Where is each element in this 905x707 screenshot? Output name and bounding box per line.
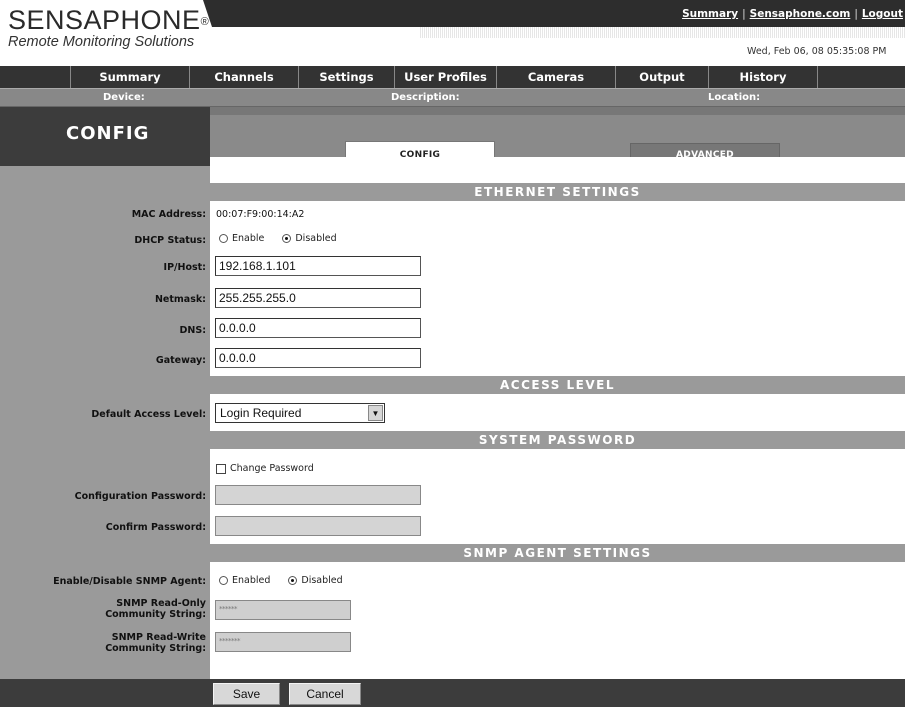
tab-content-top [210,157,905,177]
snmp-rw-label-line1: SNMP Read-Write [111,632,206,643]
confirm-password-input[interactable] [215,516,421,536]
change-password-row: Change Password [216,463,314,474]
config-password-input[interactable] [215,485,421,505]
nav-channels[interactable]: Channels [189,66,298,88]
snmp-ro-input[interactable]: ****** [215,600,351,620]
dhcp-disabled-radio[interactable] [282,234,292,243]
snmp-enabled-label: Enabled [232,575,271,586]
dns-input[interactable]: 0.0.0.0 [215,318,421,338]
snmp-rw-label: SNMP Read-Write Community String: [105,632,206,654]
dhcp-radio-group: Enable Disabled [219,233,337,244]
logo: SENSAPHONE® Remote Monitoring Solutions [8,6,209,50]
dhcp-label: DHCP Status: [134,235,206,246]
snmp-disabled-radio[interactable] [288,576,298,585]
top-links: Summary | Sensaphone.com | Logout [682,8,903,20]
tab-strip: CONFIG ADVANCED [210,107,905,167]
description-label: Description: [391,92,460,103]
summary-link[interactable]: Summary [682,8,738,20]
logo-wordmark: SENSAPHONE® [8,5,210,35]
logo-tagline: Remote Monitoring Solutions [8,34,195,50]
save-button[interactable]: Save [213,683,280,705]
snmp-ro-label-line2: Community String: [105,609,206,620]
nav-cameras[interactable]: Cameras [496,66,615,88]
change-password-label: Change Password [230,463,314,474]
ethernet-heading: ETHERNET SETTINGS [210,183,905,201]
device-label: Device: [103,92,145,103]
snmp-disabled-label: Disabled [301,575,343,586]
logout-link[interactable]: Logout [862,8,903,20]
snmp-rw-label-line2: Community String: [105,643,206,654]
main-nav: Summary Channels Settings User Profiles … [0,66,905,88]
footer-bar [0,679,905,707]
snmp-radio-group: Enabled Disabled [219,575,343,586]
location-label: Location: [708,92,761,103]
change-password-checkbox[interactable] [216,463,226,474]
netmask-input[interactable]: 255.255.255.0 [215,288,421,308]
ip-input[interactable]: 192.168.1.101 [215,256,421,276]
dhcp-enable-label: Enable [232,233,265,244]
nav-user-profiles[interactable]: User Profiles [394,66,496,88]
dhcp-disabled-label: Disabled [295,233,337,244]
access-label: Default Access Level: [91,409,206,420]
mac-value: 00:07:F9:00:14:A2 [216,209,305,220]
access-level-value: Login Required [220,406,302,420]
header-pattern [420,27,905,38]
header: SENSAPHONE® Remote Monitoring Solutions … [0,0,905,66]
cancel-button[interactable]: Cancel [289,683,361,705]
dhcp-enable-radio[interactable] [219,234,228,243]
device-bar: Device: Description: Location: [0,88,905,107]
snmp-heading: SNMP AGENT SETTINGS [210,544,905,562]
snmp-rw-input[interactable]: ******* [215,632,351,652]
nav-output[interactable]: Output [615,66,708,88]
snmp-enabled-radio[interactable] [219,576,228,585]
netmask-label: Netmask: [154,294,206,305]
sensaphone-link[interactable]: Sensaphone.com [750,8,851,20]
ip-label: IP/Host: [163,262,206,273]
access-heading: ACCESS LEVEL [210,376,905,394]
confirm-password-label: Confirm Password: [105,522,206,533]
nav-summary[interactable]: Summary [70,66,189,88]
snmp-enable-label: Enable/Disable SNMP Agent: [53,576,206,587]
gateway-label: Gateway: [155,355,206,366]
access-level-select[interactable]: Login Required ▼ [215,403,385,423]
nav-settings[interactable]: Settings [298,66,394,88]
datetime: Wed, Feb 06, 08 05:35:08 PM [747,46,887,57]
password-heading: SYSTEM PASSWORD [210,431,905,449]
gateway-input[interactable]: 0.0.0.0 [215,348,421,368]
snmp-ro-label-line1: SNMP Read-Only [116,598,206,609]
topbar-notch [203,0,212,27]
page-title: CONFIG [0,107,210,166]
dns-label: DNS: [179,325,206,336]
snmp-ro-label: SNMP Read-Only Community String: [105,598,206,620]
nav-history[interactable]: History [708,66,818,88]
config-password-label: Configuration Password: [74,491,206,502]
dropdown-arrow-icon[interactable]: ▼ [368,405,383,421]
mac-label: MAC Address: [131,209,206,220]
